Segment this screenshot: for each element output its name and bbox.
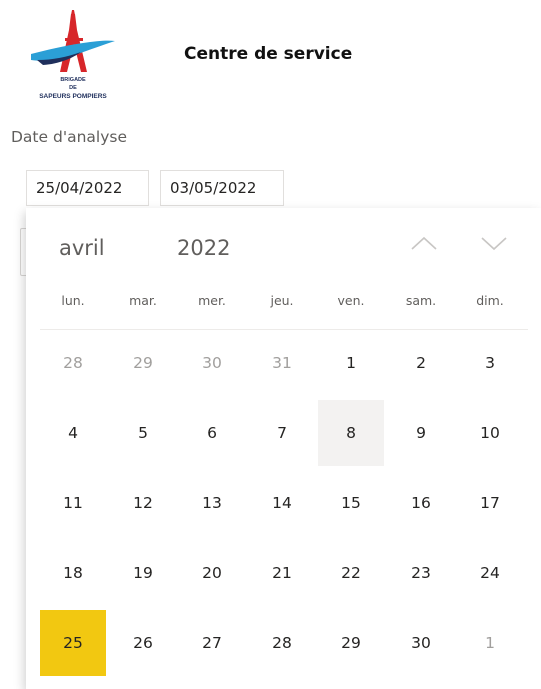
page-title: Centre de service	[184, 44, 353, 64]
calendar-day[interactable]: 27	[179, 610, 245, 676]
calendar-day[interactable]: 20	[179, 540, 245, 606]
calendar-year[interactable]: 2022	[177, 236, 230, 260]
calendar-day[interactable]: 5	[110, 400, 176, 466]
date-picker-calendar: avril 2022 lun. mar. mer. jeu. ven. sam. dim. …	[26, 208, 541, 689]
logo-line-3: SAPEURS POMPIERS	[39, 93, 107, 100]
calendar-day[interactable]: 10	[457, 400, 523, 466]
brigade-logo: BRIGADE DE SAPEURS POMPIERS	[27, 10, 119, 104]
calendar-day[interactable]: 18	[40, 540, 106, 606]
calendar-day[interactable]: 28	[249, 610, 315, 676]
next-month-button[interactable]	[478, 232, 510, 256]
chevron-down-icon	[481, 237, 507, 251]
weekday-label: ven.	[337, 293, 365, 308]
fire-brigade-emblem-icon	[31, 10, 115, 72]
logo-line-2: DE	[69, 85, 77, 91]
calendar-day[interactable]: 17	[457, 470, 523, 536]
calendar-day[interactable]: 24	[457, 540, 523, 606]
start-date-field[interactable]: 25/04/2022	[26, 170, 149, 206]
calendar-day[interactable]: 30	[388, 610, 454, 676]
calendar-day[interactable]: 1	[457, 610, 523, 676]
weekday-label: dim.	[476, 293, 504, 308]
end-date-field[interactable]: 03/05/2022	[160, 170, 284, 206]
calendar-day[interactable]: 23	[388, 540, 454, 606]
calendar-day[interactable]: 29	[318, 610, 384, 676]
calendar-day[interactable]: 22	[318, 540, 384, 606]
calendar-day[interactable]: 26	[110, 610, 176, 676]
calendar-day[interactable]: 15	[318, 470, 384, 536]
calendar-day[interactable]: 9	[388, 400, 454, 466]
calendar-month[interactable]: avril	[59, 236, 105, 260]
calendar-day[interactable]: 14	[249, 470, 315, 536]
weekday-label: lun.	[61, 293, 85, 308]
chevron-up-icon	[411, 236, 437, 250]
calendar-day[interactable]: 7	[249, 400, 315, 466]
calendar-day[interactable]: 2	[388, 330, 454, 396]
calendar-day[interactable]: 31	[249, 330, 315, 396]
calendar-day[interactable]: 1	[318, 330, 384, 396]
weekday-label: mer.	[198, 293, 226, 308]
calendar-day-selected[interactable]: 25	[40, 610, 106, 676]
logo-line-1: BRIGADE	[60, 77, 86, 83]
calendar-day[interactable]: 21	[249, 540, 315, 606]
previous-month-button[interactable]	[408, 232, 440, 256]
weekday-label: mar.	[129, 293, 157, 308]
calendar-day[interactable]: 13	[179, 470, 245, 536]
calendar-day[interactable]: 28	[40, 330, 106, 396]
calendar-day[interactable]: 19	[110, 540, 176, 606]
date-filter-label: Date d'analyse	[11, 128, 127, 146]
weekday-label: sam.	[405, 293, 437, 308]
calendar-day[interactable]: 4	[40, 400, 106, 466]
calendar-day[interactable]: 3	[457, 330, 523, 396]
calendar-day-today[interactable]: 8	[318, 400, 384, 466]
weekday-label: jeu.	[270, 293, 294, 308]
calendar-day[interactable]: 11	[40, 470, 106, 536]
calendar-day[interactable]: 6	[179, 400, 245, 466]
calendar-day[interactable]: 12	[110, 470, 176, 536]
calendar-day[interactable]: 29	[110, 330, 176, 396]
calendar-day[interactable]: 30	[179, 330, 245, 396]
calendar-day[interactable]: 16	[388, 470, 454, 536]
